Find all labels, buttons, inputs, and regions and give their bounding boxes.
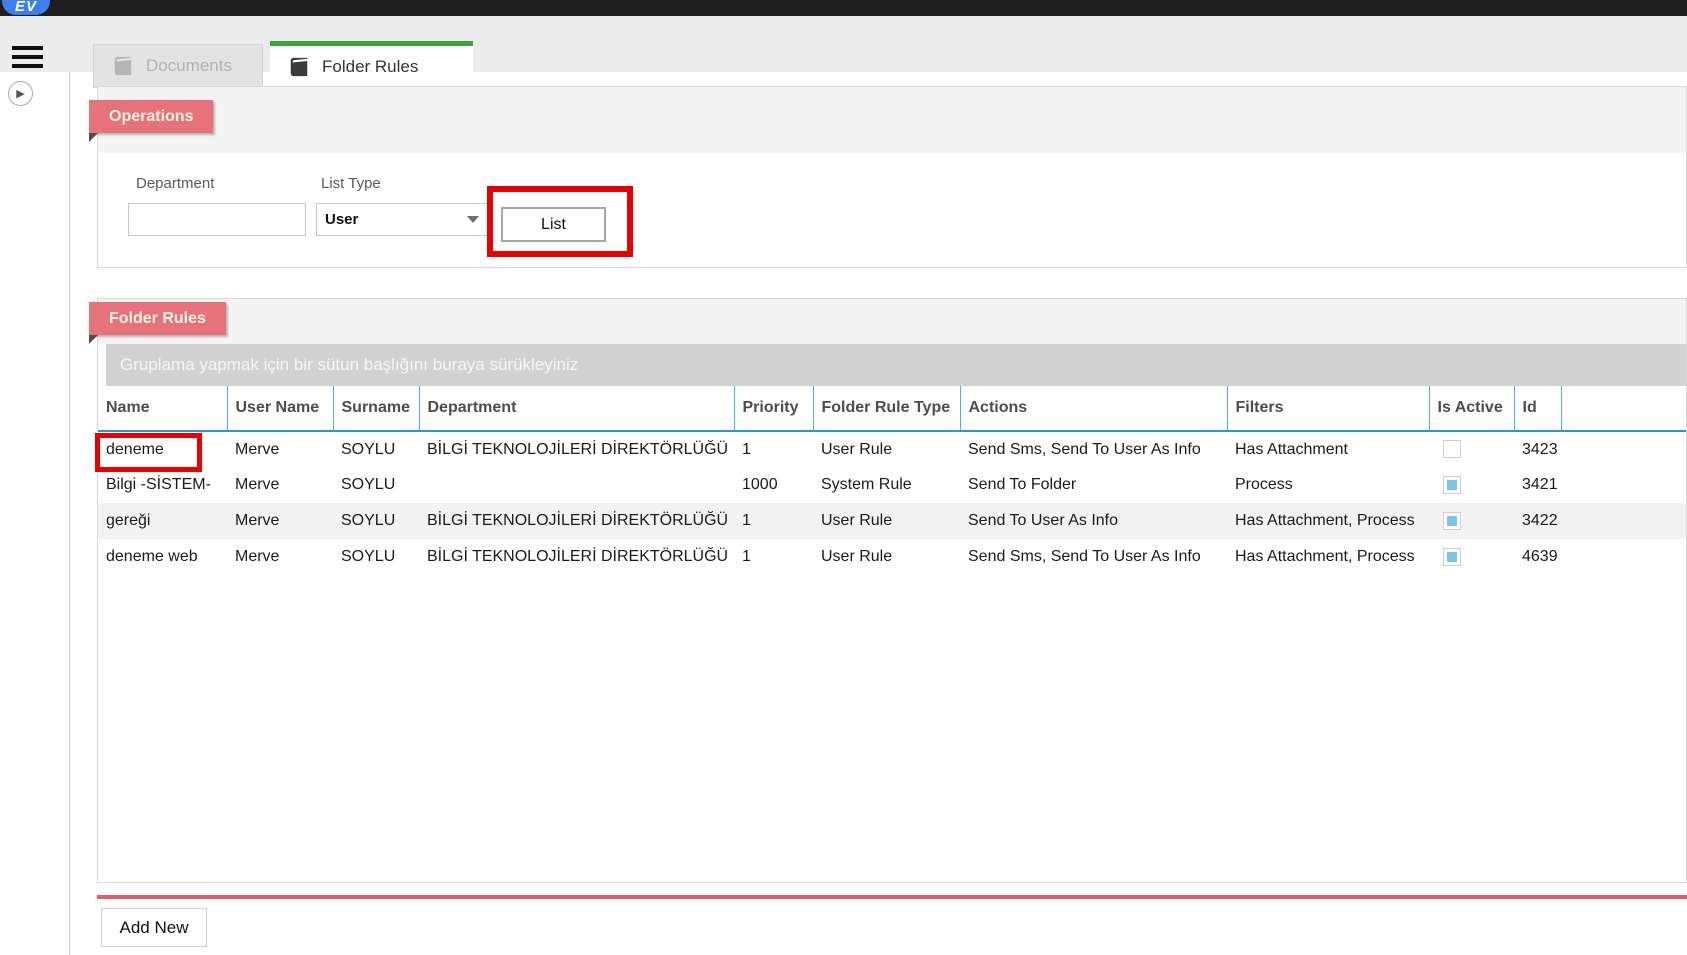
operations-panel: Operations Department List Type User Lis…: [97, 86, 1687, 268]
cell-is-active: [1429, 431, 1514, 467]
cell-empty: [1561, 539, 1686, 575]
column-header-is-active[interactable]: Is Active: [1429, 386, 1514, 431]
column-header-folder-rule-type[interactable]: Folder Rule Type: [813, 386, 960, 431]
add-new-button[interactable]: Add New: [101, 908, 207, 947]
grid-row[interactable]: gereği Merve SOYLU BİLGİ TEKNOLOJİLERİ D…: [98, 503, 1686, 539]
cell-name[interactable]: deneme web: [98, 539, 227, 575]
cell-surname[interactable]: SOYLU: [333, 539, 419, 575]
book-icon: [112, 55, 134, 77]
folder-rules-title-label: Folder Rules: [109, 310, 206, 327]
cell-name[interactable]: gereği: [98, 503, 227, 539]
cell-department[interactable]: BİLGİ TEKNOLOJİLERİ DİREKTÖRLÜĞÜ: [419, 539, 734, 575]
cell-filters[interactable]: Has Attachment, Process: [1227, 503, 1429, 539]
column-header-surname[interactable]: Surname: [333, 386, 419, 431]
grid-group-by-bar[interactable]: Gruplama yapmak için bir sütun başlığını…: [106, 344, 1686, 386]
cell-filters[interactable]: Process: [1227, 467, 1429, 503]
sidebar-expand-button[interactable]: ▶: [8, 81, 33, 106]
column-header-filters[interactable]: Filters: [1227, 386, 1429, 431]
cell-id[interactable]: 3422: [1514, 503, 1561, 539]
cell-id[interactable]: 3423: [1514, 431, 1561, 467]
grid-header-row: Name User Name Surname Department Priori…: [98, 386, 1686, 431]
cell-surname[interactable]: SOYLU: [333, 503, 419, 539]
operations-title-label: Operations: [109, 108, 193, 125]
is-active-checkbox[interactable]: [1443, 548, 1461, 566]
grid-row[interactable]: deneme web Merve SOYLU BİLGİ TEKNOLOJİLE…: [98, 539, 1686, 575]
ribbon-fold-decoration: [89, 335, 98, 344]
cell-surname[interactable]: SOYLU: [333, 431, 419, 467]
folder-rules-panel-title: Folder Rules: [89, 302, 226, 335]
list-type-selected-value: User: [325, 211, 467, 228]
folder-rules-panel: Folder Rules Gruplama yapmak için bir sü…: [97, 298, 1687, 883]
column-header-name[interactable]: Name: [98, 386, 227, 431]
cell-user-name[interactable]: Merve: [227, 539, 333, 575]
cell-empty: [1561, 467, 1686, 503]
caret-down-icon: [467, 216, 479, 223]
cell-folder-rule-type[interactable]: System Rule: [813, 467, 960, 503]
cell-actions[interactable]: Send To Folder: [960, 467, 1227, 503]
cell-actions[interactable]: Send Sms, Send To User As Info: [960, 539, 1227, 575]
folder-rules-panel-header: [98, 299, 1686, 344]
cell-department[interactable]: BİLGİ TEKNOLOJİLERİ DİREKTÖRLÜĞÜ: [419, 503, 734, 539]
cell-user-name[interactable]: Merve: [227, 467, 333, 503]
grid-row[interactable]: Bilgi -SİSTEM- Merve SOYLU 1000 System R…: [98, 467, 1686, 503]
department-label: Department: [136, 175, 214, 192]
cell-actions[interactable]: Send To User As Info: [960, 503, 1227, 539]
department-input[interactable]: [128, 203, 306, 236]
book-icon: [288, 56, 310, 78]
bottom-accent-line: [97, 895, 1687, 899]
cell-name[interactable]: deneme: [98, 431, 227, 467]
cell-department[interactable]: BİLGİ TEKNOLOJİLERİ DİREKTÖRLÜĞÜ: [419, 431, 734, 467]
is-active-checkbox[interactable]: [1443, 476, 1461, 494]
grid-row[interactable]: deneme Merve SOYLU BİLGİ TEKNOLOJİLERİ D…: [98, 431, 1686, 467]
column-header-actions[interactable]: Actions: [960, 386, 1227, 431]
cell-is-active: [1429, 503, 1514, 539]
cell-filters[interactable]: Has Attachment: [1227, 431, 1429, 467]
cell-priority[interactable]: 1000: [734, 467, 813, 503]
top-app-bar: EV: [0, 0, 1687, 16]
tab-folder-rules-label: Folder Rules: [322, 57, 418, 77]
column-header-department[interactable]: Department: [419, 386, 734, 431]
cell-priority[interactable]: 1: [734, 431, 813, 467]
is-active-checkbox[interactable]: [1443, 512, 1461, 530]
cell-folder-rule-type[interactable]: User Rule: [813, 503, 960, 539]
list-type-dropdown[interactable]: User: [316, 203, 488, 236]
cell-id[interactable]: 4639: [1514, 539, 1561, 575]
cell-surname[interactable]: SOYLU: [333, 467, 419, 503]
cell-name[interactable]: Bilgi -SİSTEM-: [98, 467, 227, 503]
column-header-empty: [1561, 386, 1686, 431]
hamburger-menu-icon[interactable]: [12, 46, 43, 68]
cell-empty: [1561, 431, 1686, 467]
cell-is-active: [1429, 467, 1514, 503]
operations-panel-header: [98, 87, 1686, 153]
folder-rules-grid: Name User Name Surname Department Priori…: [98, 386, 1686, 575]
cell-priority[interactable]: 1: [734, 539, 813, 575]
cell-actions[interactable]: Send Sms, Send To User As Info: [960, 431, 1227, 467]
tab-documents[interactable]: Documents: [93, 44, 263, 88]
cell-user-name[interactable]: Merve: [227, 503, 333, 539]
chevron-right-icon: ▶: [16, 87, 24, 100]
tab-documents-label: Documents: [146, 56, 232, 76]
column-header-id[interactable]: Id: [1514, 386, 1561, 431]
tab-folder-rules[interactable]: Folder Rules: [270, 41, 473, 88]
left-sidebar: ▶: [0, 72, 70, 955]
cell-empty: [1561, 503, 1686, 539]
cell-is-active: [1429, 539, 1514, 575]
ribbon-fold-decoration: [89, 133, 98, 142]
list-type-label: List Type: [321, 175, 381, 192]
cell-folder-rule-type[interactable]: User Rule: [813, 539, 960, 575]
column-header-priority[interactable]: Priority: [734, 386, 813, 431]
cell-folder-rule-type[interactable]: User Rule: [813, 431, 960, 467]
cell-priority[interactable]: 1: [734, 503, 813, 539]
is-active-checkbox[interactable]: [1443, 440, 1461, 458]
app-logo[interactable]: EV: [2, 0, 50, 15]
cell-filters[interactable]: Has Attachment, Process: [1227, 539, 1429, 575]
cell-id[interactable]: 3421: [1514, 467, 1561, 503]
cell-user-name[interactable]: Merve: [227, 431, 333, 467]
operations-panel-title: Operations: [89, 100, 213, 133]
cell-department[interactable]: [419, 467, 734, 503]
tab-strip: Documents Folder Rules: [0, 16, 1687, 72]
list-button[interactable]: List: [501, 207, 606, 242]
column-header-user-name[interactable]: User Name: [227, 386, 333, 431]
